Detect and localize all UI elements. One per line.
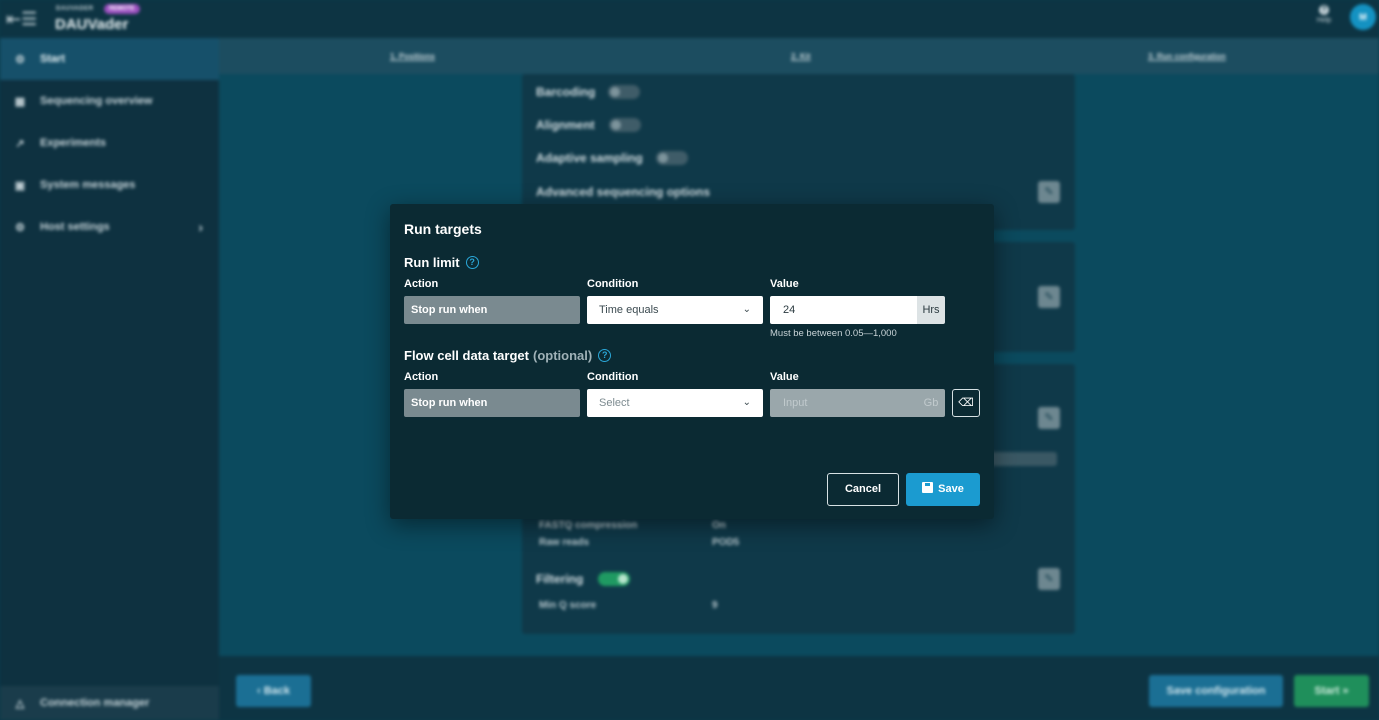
value-column-label: Value: [770, 278, 799, 290]
min-q-score-value: 9: [712, 600, 718, 611]
sidebar-item-experiments[interactable]: ↗ Experiments: [0, 122, 219, 164]
advanced-options-label: Advanced sequencing options: [536, 185, 711, 199]
tab-kit[interactable]: 2. Kit: [791, 52, 811, 61]
save-label: Save: [938, 483, 964, 495]
sidebar-item-label: Start: [40, 53, 66, 65]
sidebar: ⚙ Start ▦ Sequencing overview ↗ Experime…: [0, 38, 219, 720]
start-button[interactable]: Start »: [1294, 675, 1369, 707]
remote-badge: REMOTE: [104, 4, 140, 14]
top-bar: ⇤☰ DAUVADER REMOTE DAUVader ? Help M: [0, 0, 1379, 38]
eraser-icon: ⌫: [958, 397, 974, 409]
sidebar-item-connection-manager[interactable]: △ Connection manager: [0, 686, 219, 720]
flow-cell-value-input: Input: [770, 389, 917, 417]
fastq-compression-value: On: [712, 520, 726, 531]
save-icon: [922, 482, 934, 493]
chevron-down-icon: ⌄: [742, 304, 751, 315]
adaptive-sampling-label: Adaptive sampling: [536, 151, 643, 165]
run-limit-label: Run limit: [404, 255, 460, 270]
tab-positions[interactable]: 1. Positions: [390, 52, 435, 61]
app-title: DAUVader: [55, 16, 129, 33]
sidebar-item-label: Connection manager: [40, 697, 150, 709]
edit-icon[interactable]: ✎: [1038, 568, 1060, 590]
flow-cell-target-heading: Flow cell data target (optional) ?: [404, 348, 612, 363]
brand-subtitle: DAUVADER: [56, 6, 94, 12]
raw-reads-value: POD5: [712, 537, 740, 548]
clear-eraser-button[interactable]: ⌫: [952, 389, 980, 417]
info-icon[interactable]: ?: [465, 256, 479, 269]
action-column-label: Action: [404, 278, 439, 290]
flow-cell-condition-select[interactable]: Select ⌄: [587, 389, 763, 417]
back-label: Back: [263, 685, 291, 697]
network-icon: △: [15, 697, 25, 710]
message-icon: ▣: [14, 179, 26, 192]
condition-column-label: Condition: [587, 371, 639, 383]
min-q-score-label: Min Q score: [539, 600, 597, 611]
value-hint: Must be between 0.05—1,000: [770, 328, 897, 339]
sidebar-item-label: System messages: [40, 179, 136, 191]
adaptive-sampling-toggle[interactable]: [656, 151, 688, 165]
unit-label: Hrs: [917, 296, 945, 324]
run-limit-value-field: 24 Hrs: [770, 296, 945, 324]
alignment-toggle[interactable]: [609, 118, 641, 132]
condition-column-label: Condition: [587, 278, 639, 290]
unit-label: Gb: [917, 389, 945, 417]
start-label: Start: [1314, 685, 1340, 697]
run-targets-dialog: Run targets Run limit ? Action Condition…: [390, 204, 994, 519]
select-value: Time equals: [599, 304, 659, 316]
run-limit-value-input[interactable]: 24: [770, 296, 917, 324]
help-icon: ?: [1319, 5, 1329, 15]
sidebar-item-label: Experiments: [40, 137, 107, 149]
barcoding-toggle[interactable]: [608, 85, 640, 99]
dialog-title: Run targets: [404, 221, 482, 237]
sidebar-item-host-settings[interactable]: ⚙ Host settings ›: [0, 206, 219, 248]
sidebar-item-system-messages[interactable]: ▣ System messages: [0, 164, 219, 206]
optional-label: (optional): [532, 348, 593, 363]
run-limit-heading: Run limit ?: [404, 255, 479, 270]
flow-cell-action-field: Stop run when: [404, 389, 580, 417]
grid-icon: ▦: [14, 95, 26, 108]
gear-icon: ⚙: [15, 221, 25, 234]
action-column-label: Action: [404, 371, 439, 383]
select-placeholder: Select: [599, 397, 630, 409]
flow-cell-target-label: Flow cell data target: [404, 348, 529, 363]
chevron-right-icon: ›: [198, 219, 203, 235]
step-tabs: 1. Positions 2. Kit 3. Run configuration: [219, 38, 1379, 74]
chevron-down-icon: ⌄: [742, 397, 751, 408]
sidebar-item-label: Sequencing overview: [40, 95, 153, 107]
footer-bar: ‹ Back Save configuration Start »: [219, 656, 1379, 720]
chart-line-icon: ↗: [15, 137, 25, 150]
save-configuration-button[interactable]: Save configuration: [1149, 675, 1283, 707]
back-button[interactable]: ‹ Back: [236, 675, 311, 707]
value-column-label: Value: [770, 371, 799, 383]
flow-cell-value-field: Input Gb: [770, 389, 945, 417]
raw-reads-label: Raw reads: [539, 537, 590, 548]
cancel-button[interactable]: Cancel: [827, 473, 899, 506]
gear-icon: ⚙: [15, 53, 25, 66]
run-limit-action-field: Stop run when: [404, 296, 580, 324]
avatar[interactable]: M: [1350, 4, 1376, 30]
sidebar-item-sequencing-overview[interactable]: ▦ Sequencing overview: [0, 80, 219, 122]
info-icon[interactable]: ?: [598, 349, 612, 362]
barcoding-label: Barcoding: [536, 85, 596, 99]
alignment-label: Alignment: [536, 118, 595, 132]
edit-icon[interactable]: ✎: [1038, 407, 1060, 429]
fastq-compression-label: FASTQ compression: [539, 520, 638, 531]
filtering-toggle[interactable]: [598, 572, 630, 586]
edit-icon[interactable]: ✎: [1038, 181, 1060, 203]
save-button[interactable]: Save: [906, 473, 980, 506]
sidebar-item-start[interactable]: ⚙ Start: [0, 38, 219, 80]
filtering-label: Filtering: [536, 572, 584, 586]
sidebar-item-label: Host settings: [40, 221, 110, 233]
help-button[interactable]: ? Help: [1313, 5, 1335, 24]
help-label: Help: [1316, 17, 1332, 24]
tab-run-configuration[interactable]: 3. Run configuration: [1148, 52, 1226, 61]
menu-collapse-icon[interactable]: ⇤☰: [6, 9, 37, 30]
run-limit-condition-select[interactable]: Time equals ⌄: [587, 296, 763, 324]
edit-icon[interactable]: ✎: [1038, 286, 1060, 308]
